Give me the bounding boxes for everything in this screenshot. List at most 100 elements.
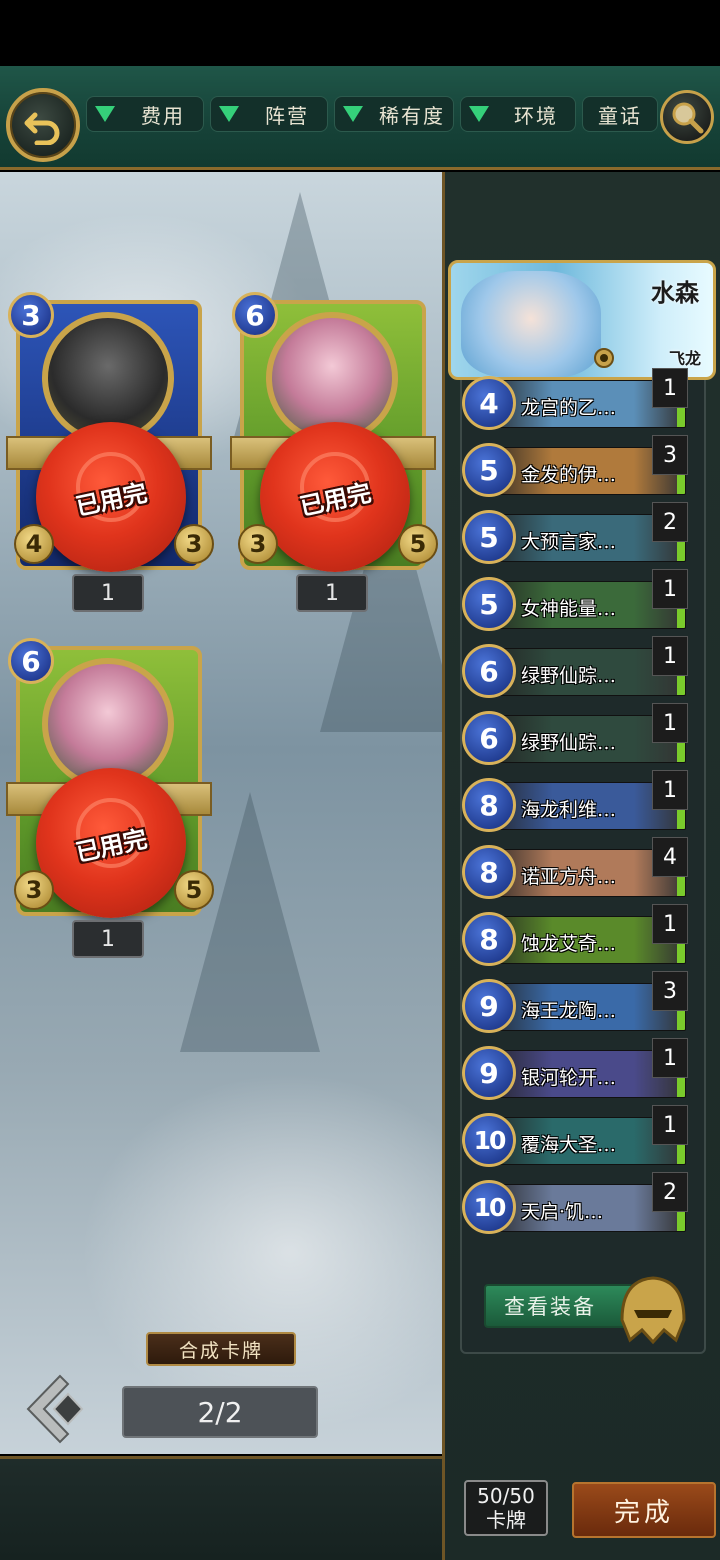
deck-item-cost: 4 [462, 376, 516, 430]
board-card[interactable]: 3 已用完 4 3 1 [6, 290, 214, 612]
filter-fairy-tale-label: 童话 [598, 103, 642, 128]
deck-item-name: 龙宫的乙… [521, 397, 617, 419]
deck-item-cost: 5 [462, 443, 516, 497]
deck-item-count: 3 [652, 435, 688, 475]
search-button[interactable] [660, 90, 714, 144]
card-cost: 6 [8, 638, 54, 684]
deck-item-count: 1 [652, 636, 688, 676]
dropdown-triangle-icon [95, 106, 115, 122]
deck-list-item[interactable]: 天启·饥… 2 10 [462, 1172, 690, 1234]
deck-list-item[interactable]: 绿野仙踪… 1 6 [462, 636, 690, 698]
leader-portrait [461, 271, 601, 377]
deck-item-cost: 8 [462, 912, 516, 966]
deck-item-count: 1 [652, 904, 688, 944]
deck-list-item[interactable]: 女神能量… 1 5 [462, 569, 690, 631]
deck-item-name: 绿野仙踪… [521, 732, 617, 754]
deck-item-cost: 5 [462, 510, 516, 564]
card-count: 1 [72, 574, 144, 612]
used-up-seal: 已用完 [36, 768, 186, 918]
deck-item-name: 天启·饥… [521, 1201, 604, 1223]
card-cost: 3 [8, 292, 54, 338]
deck-item-cost: 8 [462, 845, 516, 899]
deck-list-item[interactable]: 诺亚方舟… 4 8 [462, 837, 690, 899]
deck-item-count: 4 [652, 837, 688, 877]
deck-list-item[interactable]: 银河轮开… 1 9 [462, 1038, 690, 1100]
leader-card[interactable]: 水森 飞龙 [448, 260, 716, 380]
deck-count-value: 50/50 [477, 1484, 535, 1508]
deck-list-item[interactable]: 金发的伊… 3 5 [462, 435, 690, 497]
prev-arrow-icon [26, 1374, 84, 1444]
filter-fairy-tale[interactable]: 童话 [582, 96, 658, 132]
deck-count-label: 卡牌 [486, 1508, 526, 1532]
bottom-bar [0, 1456, 442, 1560]
deck-item-count: 1 [652, 368, 688, 408]
back-arrow-icon [24, 112, 60, 145]
deck-list-item[interactable]: 绿野仙踪… 1 6 [462, 703, 690, 765]
deck-item-name: 海王龙陶… [521, 1000, 617, 1022]
filter-environment-label: 环境 [514, 103, 558, 128]
filter-faction[interactable]: 阵营 [210, 96, 328, 132]
card-health: 5 [174, 870, 214, 910]
deck-list-item[interactable]: 龙宫的乙… 1 4 [462, 368, 690, 430]
deck-item-cost: 10 [462, 1180, 516, 1234]
deck-item-name: 银河轮开… [521, 1067, 617, 1089]
done-button[interactable]: 完成 [572, 1482, 716, 1538]
deck-list-item[interactable]: 蚀龙艾奇… 1 8 [462, 904, 690, 966]
helmet-icon [620, 1276, 686, 1345]
filter-cost[interactable]: 费用 [86, 96, 204, 132]
deck-list-item[interactable]: 覆海大圣… 1 10 [462, 1105, 690, 1167]
deck-item-cost: 10 [462, 1113, 516, 1167]
card-count: 1 [72, 920, 144, 958]
card-count: 1 [296, 574, 368, 612]
gear-icon[interactable] [589, 343, 619, 373]
top-toolbar: 费用 阵营 稀有度 环境 童话 [0, 66, 720, 170]
deck-item-count: 3 [652, 971, 688, 1011]
back-button[interactable] [6, 88, 80, 162]
card-cost: 6 [232, 292, 278, 338]
leader-class: 飞龙 [668, 349, 701, 368]
filter-cost-label: 费用 [141, 103, 185, 128]
dropdown-triangle-icon [219, 106, 239, 122]
board-card[interactable]: 6 已用完 3 5 1 [230, 290, 438, 612]
deck-item-name: 海龙利维… [521, 799, 617, 821]
deck-item-count: 1 [652, 569, 688, 609]
used-up-seal: 已用完 [36, 422, 186, 572]
deck-item-count: 1 [652, 1105, 688, 1145]
filter-faction-label: 阵营 [265, 103, 309, 128]
used-up-seal: 已用完 [260, 422, 410, 572]
filter-rarity[interactable]: 稀有度 [334, 96, 454, 132]
deck-item-name: 大预言家… [521, 531, 617, 553]
deck-item-name: 诺亚方舟… [521, 866, 617, 888]
card-attack: 4 [14, 524, 54, 564]
deck-item-cost: 8 [462, 778, 516, 832]
deck-item-count: 1 [652, 770, 688, 810]
filter-rarity-label: 稀有度 [379, 103, 445, 128]
filter-environment[interactable]: 环境 [460, 96, 576, 132]
magnifier-icon [672, 102, 704, 134]
deck-item-name: 金发的伊… [521, 464, 617, 486]
card-attack: 3 [14, 870, 54, 910]
board-card[interactable]: 6 已用完 3 5 1 [6, 636, 214, 958]
deck-item-cost: 9 [462, 1046, 516, 1100]
deck-item-name: 蚀龙艾奇… [521, 933, 617, 955]
card-health: 5 [398, 524, 438, 564]
deck-list-item[interactable]: 大预言家… 2 5 [462, 502, 690, 564]
deck-list-item[interactable]: 海王龙陶… 3 9 [462, 971, 690, 1033]
page-counter: 2/2 [122, 1386, 318, 1438]
deck-item-cost: 5 [462, 577, 516, 631]
dropdown-triangle-icon [343, 106, 363, 122]
card-health: 3 [174, 524, 214, 564]
dropdown-triangle-icon [469, 106, 489, 122]
deck-item-name: 绿野仙踪… [521, 665, 617, 687]
previous-page-button[interactable] [22, 1372, 88, 1446]
leader-name: 水森 [651, 278, 699, 307]
card-attack: 3 [238, 524, 278, 564]
deck-builder-screen: { "toolbar": { "filters": [ {"label": "费… [0, 0, 720, 1560]
synthesize-cards-label[interactable]: 合成卡牌 [146, 1332, 296, 1366]
deck-item-count: 2 [652, 1172, 688, 1212]
deck-item-cost: 9 [462, 979, 516, 1033]
deck-list-item[interactable]: 海龙利维… 1 8 [462, 770, 690, 832]
deck-card-count: 50/50 卡牌 [464, 1480, 548, 1536]
fog-decoration [80, 1072, 442, 1432]
deck-item-cost: 6 [462, 711, 516, 765]
